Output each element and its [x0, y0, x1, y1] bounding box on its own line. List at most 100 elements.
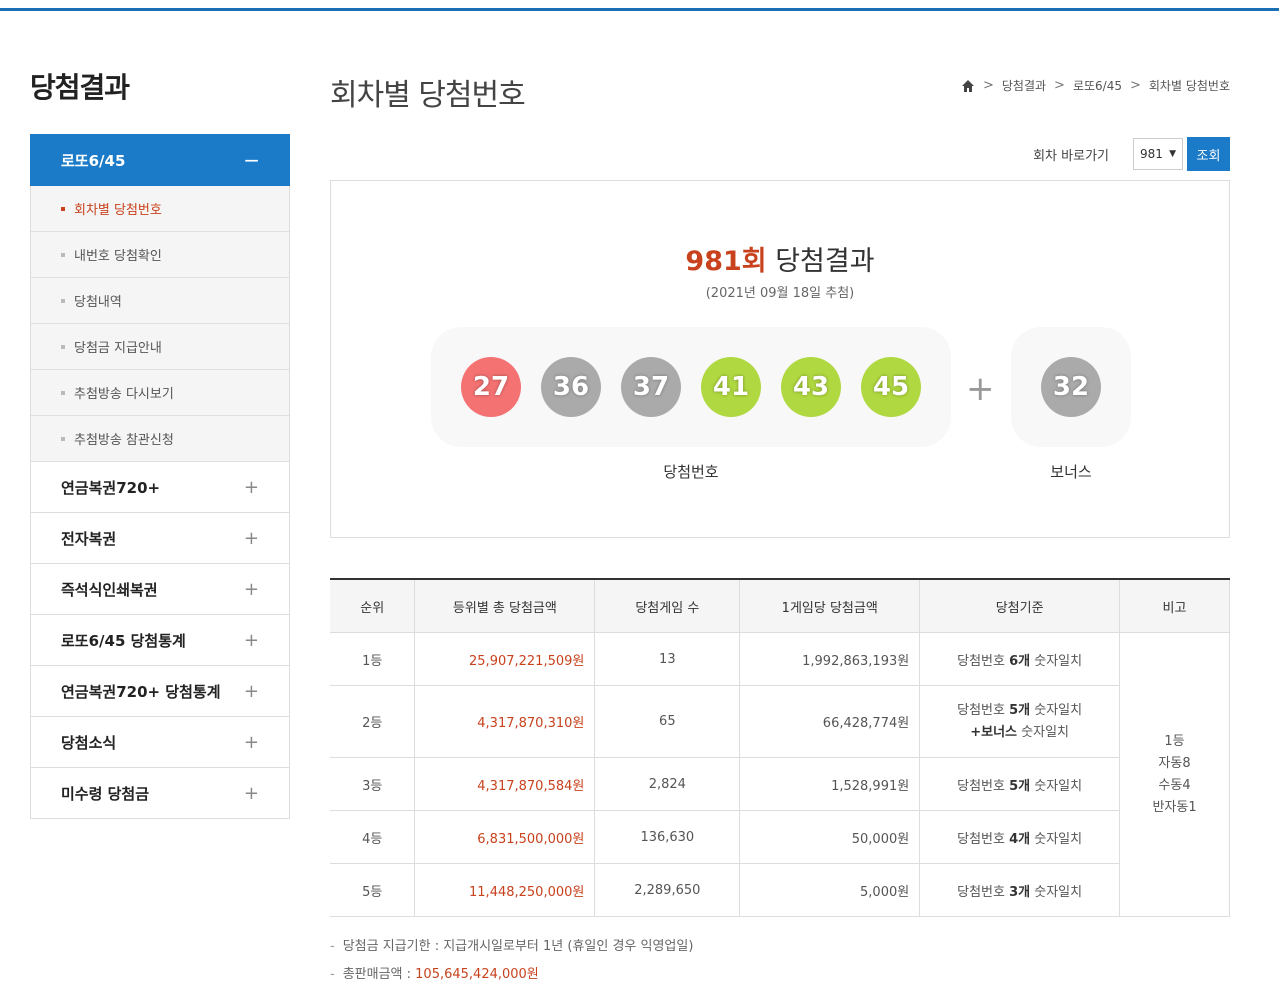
expand-icon[interactable]: +: [244, 681, 259, 702]
sidebar-item-instant-print[interactable]: 즉석식인쇄복권 +: [30, 564, 290, 615]
rank-cell: 3등: [330, 757, 416, 811]
criteria-count: 6개: [1009, 653, 1031, 669]
expand-icon[interactable]: +: [244, 579, 259, 600]
breadcrumb-item[interactable]: 로또6/45: [1073, 77, 1122, 94]
criteria-count: 4개: [1009, 831, 1031, 847]
per-game-prize-cell: 1,528,991원: [739, 757, 921, 811]
table-row: 4등 6,831,500,000원 136,630 50,000원 당첨번호 4…: [330, 810, 1230, 864]
submenu-item-win-history[interactable]: 당첨내역: [31, 278, 289, 324]
breadcrumb-item-current: 회차별 당첨번호: [1148, 79, 1230, 93]
sidebar-item-e-lottery[interactable]: 전자복권 +: [30, 513, 290, 564]
per-game-prize-cell: 66,428,774원: [739, 685, 921, 758]
bullet-icon: [61, 344, 65, 349]
dash-bullet: -: [330, 939, 335, 954]
round-select[interactable]: 981 ▼: [1133, 138, 1183, 170]
submenu-item-attend-request[interactable]: 추첨방송 참관신청: [31, 416, 289, 462]
column-header: 당첨게임 수: [594, 579, 741, 633]
table-row: 3등 4,317,870,584원 2,824 1,528,991원 당첨번호 …: [330, 757, 1230, 811]
sidebar-item-label: 당첨소식: [61, 733, 117, 752]
per-game-prize-cell: 5,000원: [739, 863, 921, 917]
remark-line: 1등: [1164, 733, 1185, 749]
sidebar-item-pension720[interactable]: 연금복권720+ +: [30, 462, 290, 513]
dash-bullet: -: [330, 967, 335, 982]
sidebar-item-label: 로또6/45 당첨통계: [61, 631, 186, 650]
column-header: 순위: [330, 579, 416, 633]
bullet-icon: [61, 390, 65, 395]
expand-icon[interactable]: +: [244, 732, 259, 753]
expand-icon[interactable]: +: [244, 477, 259, 498]
remark-line: 반자동1: [1152, 799, 1197, 815]
collapse-icon[interactable]: −: [243, 148, 260, 172]
lotto-ball: 27: [461, 357, 521, 417]
deadline-text: 당첨금 지급기한 : 지급개시일로부터 1년 (휴일인 경우 익영업일): [342, 939, 694, 954]
criteria-cell: 당첨번호 5개 숫자일치: [919, 757, 1121, 811]
page-title: 회차별 당첨번호: [330, 78, 526, 113]
total-prize-cell: 4,317,870,584원: [414, 757, 596, 811]
bullet-icon: [61, 252, 65, 257]
sidebar-item-label: 로또6/45: [61, 151, 126, 170]
criteria-text: 숫자일치: [1030, 884, 1083, 900]
winning-numbers-box: 27 36 37 41 43 45: [431, 327, 951, 447]
result-title: 981회 당첨결과: [331, 239, 1229, 278]
criteria-text: 숫자일치: [1030, 653, 1083, 669]
criteria-count: 3개: [1009, 884, 1031, 900]
rank-cell: 2등: [330, 685, 416, 758]
criteria-cell: 당첨번호 5개 숫자일치 +보너스 숫자일치: [919, 685, 1121, 758]
submenu-item-payment-guide[interactable]: 당첨금 지급안내: [31, 324, 289, 370]
result-panel: 981회 당첨결과 (2021년 09월 18일 추첨) 27 36 37 41…: [330, 180, 1230, 538]
criteria-text: 당첨번호: [957, 702, 1010, 718]
sidebar-item-lotto-stats[interactable]: 로또6/45 당첨통계 +: [30, 615, 290, 666]
sidebar-item-unclaimed[interactable]: 미수령 당첨금 +: [30, 768, 290, 819]
rank-cell: 4등: [330, 810, 416, 864]
expand-icon[interactable]: +: [244, 630, 259, 651]
home-icon[interactable]: [961, 79, 975, 93]
sidebar-item-lotto645[interactable]: 로또6/45 −: [30, 134, 290, 186]
criteria-text: 숫자일치: [1017, 724, 1069, 740]
table-row: 1등 25,907,221,509원 13 1,992,863,193원 당첨번…: [330, 632, 1230, 917]
win-count-cell: 136,630: [594, 810, 741, 864]
plus-icon: +: [966, 369, 995, 409]
round-select-value: 981: [1140, 147, 1163, 161]
rank-cell: 5등: [330, 863, 416, 917]
win-count-cell: 2,289,650: [594, 863, 741, 917]
breadcrumb: > 당첨결과 > 로또6/45 > 회차별 당첨번호: [961, 77, 1230, 94]
sidebar-title: 당첨결과: [30, 71, 130, 104]
expand-icon[interactable]: +: [244, 528, 259, 549]
bullet-icon: [61, 298, 65, 303]
prize-table: 순위 등위별 총 당첨금액 당첨게임 수 1게임당 당첨금액 당첨기준 비고 1…: [330, 578, 1230, 917]
round-selector: 회차 바로가기 981 ▼ 조회: [1033, 137, 1230, 171]
submenu-label: 당첨금 지급안내: [74, 341, 162, 356]
submenu-label: 회차별 당첨번호: [74, 203, 162, 218]
submenu-label: 추첨방송 다시보기: [74, 387, 174, 402]
total-prize-cell: 4,317,870,310원: [414, 685, 596, 758]
criteria-text: 당첨번호: [957, 831, 1010, 847]
criteria-text: 당첨번호: [957, 778, 1010, 794]
bullet-icon: [61, 206, 65, 211]
breadcrumb-separator: >: [1054, 78, 1065, 93]
payment-deadline-note: - 당첨금 지급기한 : 지급개시일로부터 1년 (휴일인 경우 익영업일): [330, 935, 693, 954]
submenu-item-check-my-number[interactable]: 내번호 당첨확인: [31, 232, 289, 278]
sidebar-item-pension-stats[interactable]: 연금복권720+ 당첨통계 +: [30, 666, 290, 717]
lotto-ball: 36: [541, 357, 601, 417]
submenu-item-round-numbers[interactable]: 회차별 당첨번호: [31, 186, 289, 232]
sidebar-item-label: 미수령 당첨금: [61, 784, 150, 803]
draw-date: (2021년 09월 18일 추첨): [705, 286, 855, 301]
breadcrumb-item[interactable]: 당첨결과: [1002, 77, 1046, 94]
breadcrumb-separator: >: [982, 78, 994, 93]
column-header: 등위별 총 당첨금액: [414, 579, 596, 633]
round-number: 981회: [685, 246, 767, 277]
bonus-ball: 32: [1041, 357, 1101, 417]
submenu-item-replay[interactable]: 추첨방송 다시보기: [31, 370, 289, 416]
criteria-text: 당첨번호: [957, 884, 1010, 900]
search-button[interactable]: 조회: [1187, 137, 1230, 171]
submenu-label: 추첨방송 참관신청: [74, 433, 174, 448]
sidebar-item-win-news[interactable]: 당첨소식 +: [30, 717, 290, 768]
per-game-prize-cell: 50,000원: [739, 810, 921, 864]
breadcrumb-separator: >: [1129, 78, 1141, 93]
lotto-ball: 41: [701, 357, 761, 417]
per-game-prize-cell: 1,992,863,193원: [739, 632, 921, 686]
expand-icon[interactable]: +: [244, 783, 259, 804]
sidebar-item-label: 전자복권: [61, 529, 117, 548]
criteria-cell: 당첨번호 4개 숫자일치: [919, 810, 1121, 864]
sidebar-item-label: 연금복권720+ 당첨통계: [61, 682, 221, 701]
